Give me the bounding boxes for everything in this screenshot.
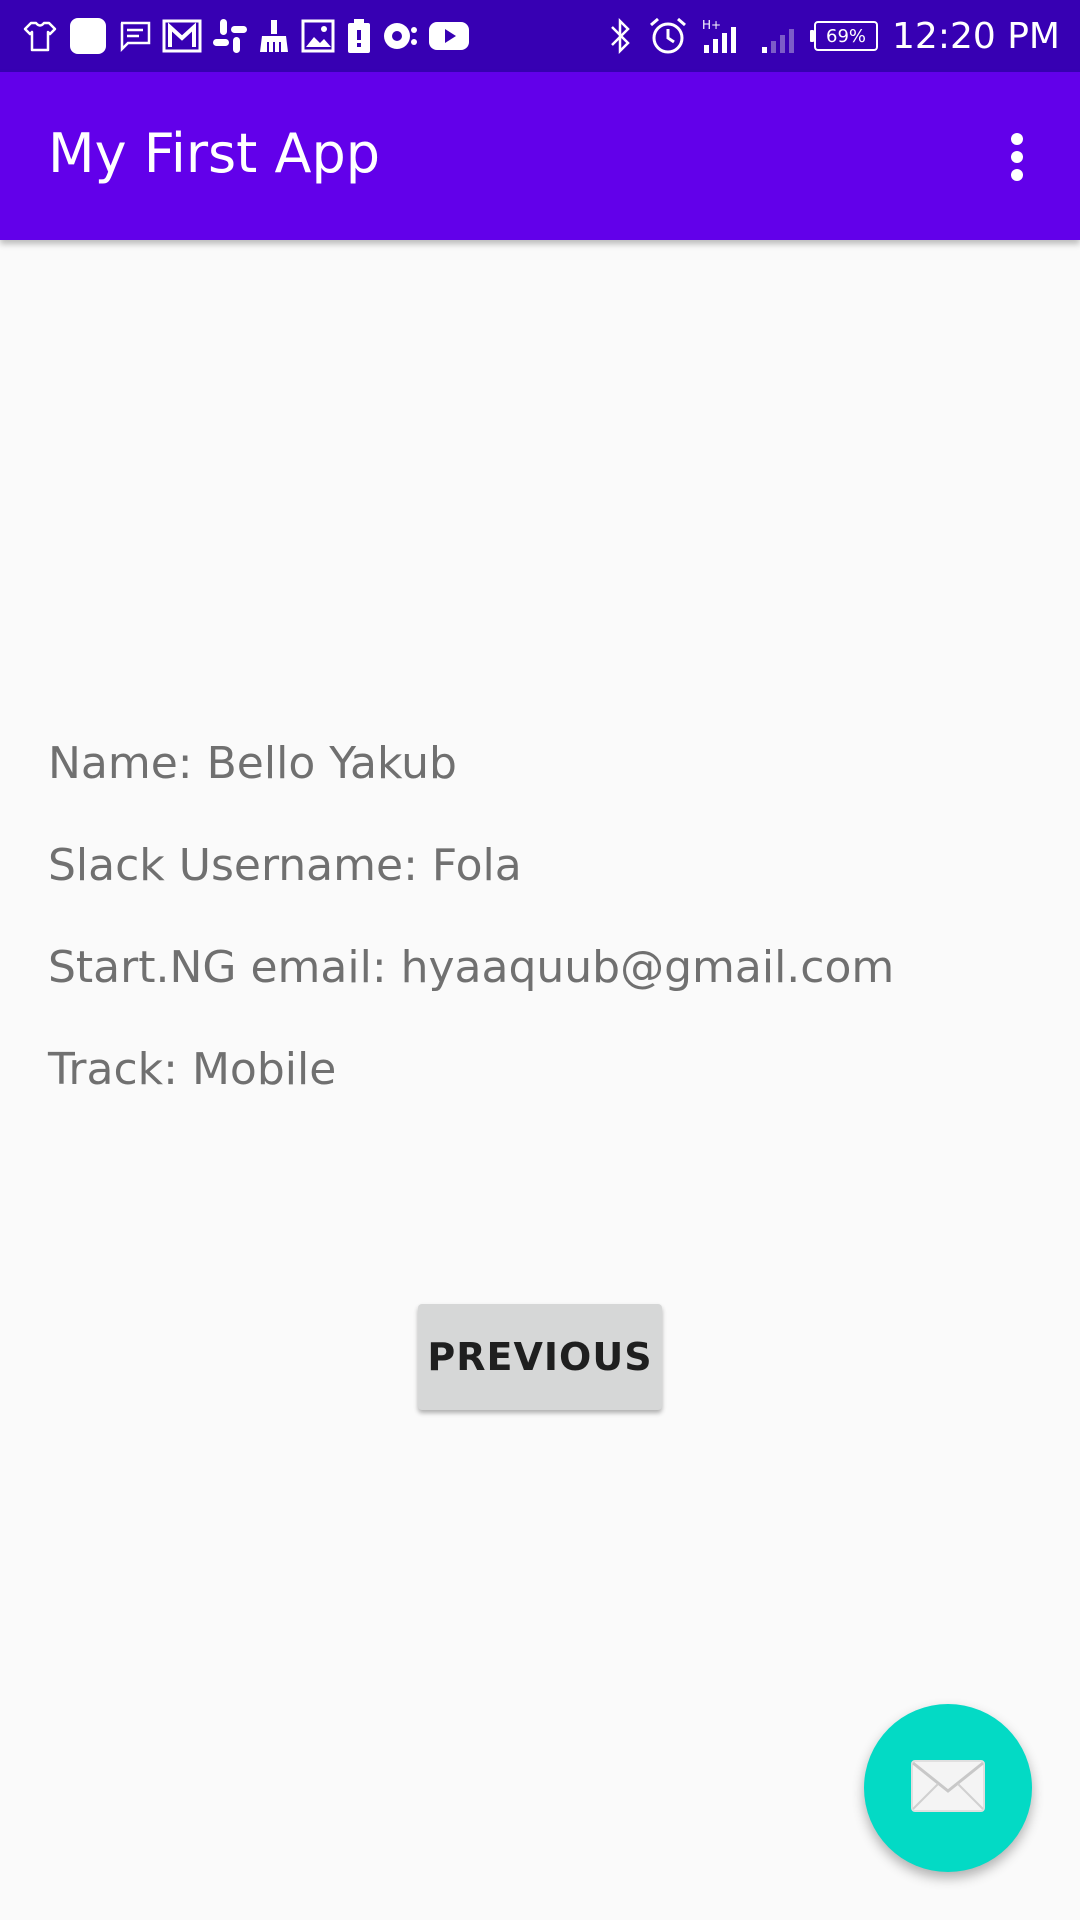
email-fab[interactable] (864, 1704, 1032, 1872)
lens-icon (382, 18, 418, 54)
system-icons: H+ 69% 12:20 PM (608, 14, 1060, 58)
broom-icon (258, 18, 290, 54)
square-app-icon (68, 16, 108, 56)
app-title: My First App (48, 122, 381, 185)
profile-info: Name: Bello Yakub Slack Username: Fola S… (48, 720, 1048, 1128)
gmail-icon (162, 19, 202, 53)
previous-button[interactable]: PREVIOUS (418, 1304, 662, 1410)
slack-icon (212, 18, 248, 54)
email-icon (910, 1759, 986, 1817)
svg-text:H+: H+ (702, 18, 721, 32)
track-text: Track: Mobile (48, 1044, 337, 1095)
app-bar: My First App (0, 72, 1080, 240)
alarm-icon (648, 16, 688, 56)
battery-indicator: 69% (810, 21, 879, 51)
youtube-icon (428, 20, 470, 52)
battery-alert-icon (346, 18, 372, 54)
more-vert-icon[interactable] (982, 122, 1052, 192)
slack-username-text: Slack Username: Fola (48, 840, 522, 891)
shirt-icon (22, 20, 58, 52)
email-text: Start.NG email: hyaaquub@gmail.com (48, 942, 895, 993)
image-icon (300, 18, 336, 54)
name-text: Name: Bello Yakub (48, 738, 457, 789)
status-bar: H+ 69% 12:20 PM (0, 0, 1080, 72)
signal-icon: H+ (702, 17, 746, 55)
bluetooth-icon (608, 17, 634, 55)
signal-weak-icon (760, 17, 800, 55)
status-time: 12:20 PM (892, 15, 1060, 57)
message-icon (118, 20, 152, 52)
notification-icons (22, 14, 470, 58)
